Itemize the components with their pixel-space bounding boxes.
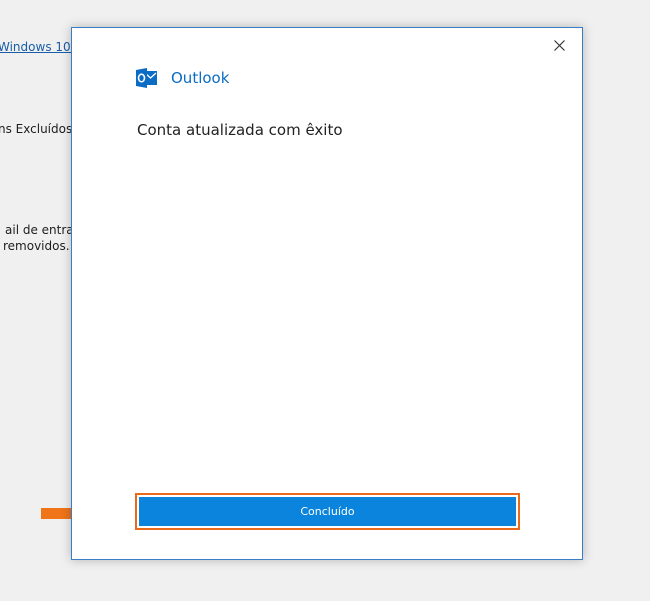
status-message: Conta atualizada com êxito <box>137 121 343 139</box>
background-text-line: removidos. <box>3 239 70 253</box>
outlook-dialog: Outlook Conta atualizada com êxito Concl… <box>71 27 583 560</box>
brand-header: Outlook <box>136 68 229 88</box>
outlook-logo-icon <box>136 68 157 88</box>
done-button-highlight: Concluído <box>135 493 520 530</box>
done-button[interactable]: Concluído <box>139 497 516 526</box>
close-button[interactable] <box>548 34 570 56</box>
app-name: Outlook <box>171 69 230 87</box>
close-icon <box>553 39 565 51</box>
